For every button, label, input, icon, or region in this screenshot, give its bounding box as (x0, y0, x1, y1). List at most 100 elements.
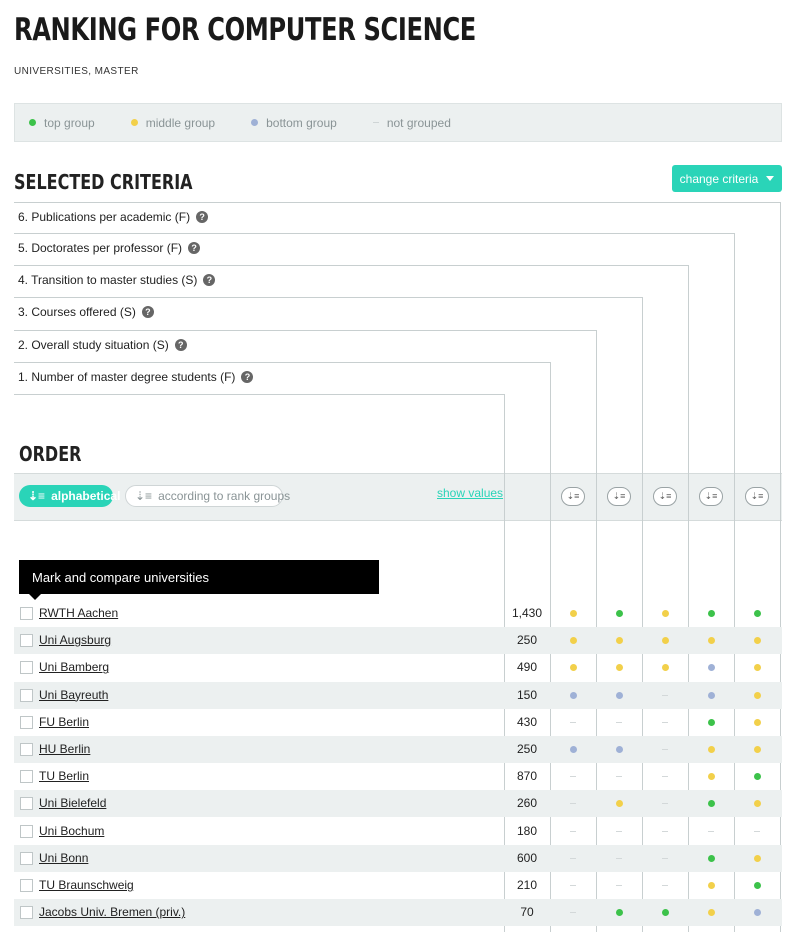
middle-group-dot (615, 664, 623, 672)
sort-alphabetical-button[interactable]: ⇣≡ alphabetical (19, 485, 120, 507)
rank-cell (596, 600, 642, 627)
rank-cell (688, 845, 734, 872)
compare-checkbox[interactable] (20, 634, 33, 648)
criterion-4: 4. Transition to master studies (S)? (18, 273, 216, 287)
university-link[interactable]: Uni Augsburg (39, 633, 111, 647)
rank-cell (642, 627, 688, 654)
help-icon[interactable]: ? (203, 274, 216, 286)
sort-rank-groups-button[interactable]: ⇣≡ according to rank groups (125, 485, 290, 507)
rank-cell (734, 627, 780, 654)
rank-cell (642, 654, 688, 681)
rank-cell (550, 709, 596, 736)
university-link[interactable]: Jacobs Univ. Bremen (priv.) (39, 905, 185, 919)
table-row: TU Braunschweig 210 (14, 872, 782, 899)
compare-checkbox[interactable] (20, 661, 33, 675)
rank-cell (734, 790, 780, 817)
show-values-link[interactable]: show values (437, 486, 503, 500)
middle-group-dot (753, 637, 761, 645)
rank-cell (596, 872, 642, 899)
table-row: Uni Augsburg 250 (14, 627, 782, 655)
help-icon[interactable]: ? (174, 339, 187, 351)
rank-cell (734, 763, 780, 790)
page-title: RANKING FOR COMPUTER SCIENCE (14, 12, 476, 48)
not-grouped-marker (570, 912, 576, 914)
rank-cell (642, 872, 688, 899)
not-grouped-marker (662, 721, 668, 723)
compare-checkbox[interactable] (20, 770, 33, 784)
compare-checkbox[interactable] (20, 715, 33, 729)
compare-checkbox[interactable] (20, 688, 33, 702)
top-group-dot (753, 610, 761, 617)
university-link[interactable]: Uni Bochum (39, 824, 104, 838)
legend-label: bottom group (266, 115, 337, 130)
rank-cell (550, 818, 596, 845)
compare-checkbox[interactable] (20, 797, 33, 811)
top-group-dot (707, 610, 715, 617)
rank-cell (688, 899, 734, 926)
university-link[interactable]: TU Braunschweig (39, 878, 134, 892)
compare-checkbox[interactable] (20, 906, 33, 920)
help-icon[interactable]: ? (241, 371, 254, 383)
page-subtitle: UNIVERSITIES, MASTER (14, 66, 139, 77)
chevron-down-icon (766, 176, 775, 181)
criterion-label: 5. Doctorates per professor (F) (18, 241, 183, 255)
table-row: HU Berlin 250 (14, 736, 782, 763)
rank-cell (734, 899, 780, 926)
rank-cell (688, 790, 734, 817)
rank-cell (642, 682, 688, 709)
compare-checkbox[interactable] (20, 824, 33, 838)
top-group-dot (707, 800, 715, 808)
university-link[interactable]: Uni Bamberg (39, 660, 109, 674)
bottom-group-dot (707, 691, 715, 699)
compare-checkbox[interactable] (20, 607, 33, 620)
rank-cell (596, 845, 642, 872)
compare-tooltip: Mark and compare universities (19, 560, 379, 600)
rank-cell (642, 818, 688, 845)
column-sort-button[interactable]: ⇣≡ (607, 487, 631, 506)
column-sort-button[interactable]: ⇣≡ (653, 487, 677, 506)
help-icon[interactable]: ? (141, 306, 154, 318)
not-grouped-marker (754, 830, 760, 832)
student-count: 70 (520, 905, 534, 920)
rank-cell (688, 709, 734, 736)
help-icon[interactable]: ? (188, 242, 201, 254)
rank-cell (596, 790, 642, 817)
criterion-6: 6. Publications per academic (F)? (18, 210, 209, 224)
not-grouped-marker (616, 857, 622, 859)
rank-cell (550, 790, 596, 817)
criteria-connector (14, 394, 505, 395)
university-link[interactable]: Uni Bonn (39, 851, 88, 865)
legend-marker (130, 119, 138, 126)
rank-cell (596, 818, 642, 845)
university-link[interactable]: RWTH Aachen (39, 606, 118, 620)
university-link[interactable]: Uni Bayreuth (39, 688, 108, 702)
university-link[interactable]: FU Berlin (39, 715, 89, 729)
university-link[interactable]: HU Berlin (39, 742, 90, 756)
change-criteria-button[interactable]: change criteria (672, 165, 782, 192)
rank-cell (688, 763, 734, 790)
criterion-label: 6. Publications per academic (F) (18, 210, 191, 224)
compare-checkbox[interactable] (20, 879, 33, 892)
middle-group-dot (753, 800, 761, 808)
rank-cell (596, 627, 642, 654)
criterion-label: 1. Number of master degree students (F) (18, 370, 236, 384)
university-link[interactable]: TU Berlin (39, 769, 89, 783)
bottom-group-dot (615, 746, 623, 753)
not-grouped-marker (662, 857, 668, 859)
column-sort-button[interactable]: ⇣≡ (745, 487, 769, 506)
rank-cell (642, 736, 688, 763)
rank-cell (642, 600, 688, 627)
rank-cell (550, 763, 596, 790)
top-group-dot (615, 610, 623, 617)
compare-checkbox[interactable] (20, 851, 33, 865)
column-sort-button[interactable]: ⇣≡ (699, 487, 723, 506)
column-sort-button[interactable]: ⇣≡ (561, 487, 585, 506)
help-icon[interactable]: ? (196, 211, 209, 223)
selected-criteria-heading: SELECTED CRITERIA (14, 170, 193, 194)
criterion-label: 4. Transition to master studies (S) (18, 273, 198, 287)
university-link[interactable]: Uni Bielefeld (39, 796, 106, 810)
compare-checkbox[interactable] (20, 743, 33, 756)
legend-item-middle: middle group (130, 116, 215, 130)
rank-cell (550, 627, 596, 654)
criterion-label: 2. Overall study situation (S) (18, 338, 169, 352)
